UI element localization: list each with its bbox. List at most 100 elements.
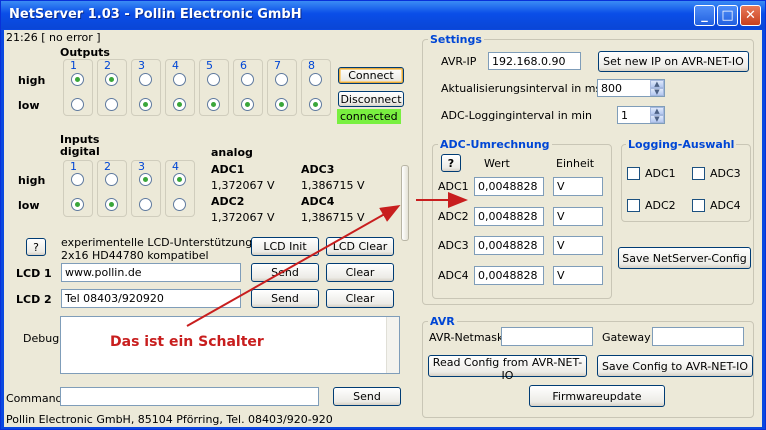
command-send-button[interactable]: Send [333,387,401,406]
status-line: 21:26 [ no error ] [6,31,101,44]
adc-row-label: ADC1 [438,180,469,193]
adc4-label: ADC4 [301,195,335,208]
client-area: 21:26 [ no error ] Outputs high low 1 2 3 4… [4,30,762,427]
log-adc3-checkbox[interactable] [692,167,705,180]
lcd-clear-button[interactable]: LCD Clear [326,237,394,256]
output-8-low-radio[interactable] [309,98,322,111]
lcd2-label: LCD 2 [16,293,52,306]
firmware-update-button[interactable]: Firmwareupdate [529,385,665,407]
netmask-input[interactable] [501,327,593,346]
debug-label: Debug [23,332,60,345]
input-3-low-radio [139,198,152,211]
update-interval-value: 800 [601,82,622,95]
adc3-value: 1,386715 V [301,179,365,192]
output-8-high-radio[interactable] [309,73,322,86]
maximize-icon[interactable]: □ [717,5,738,26]
avr-ip-label: AVR-IP [441,55,477,68]
output-number: 7 [274,59,281,72]
adc-unit-input[interactable]: V [553,177,603,196]
lcd1-send-button[interactable]: Send [251,263,319,282]
logging-interval-label: ADC-Logginginterval in min [441,109,592,122]
avr-ip-input[interactable]: 192.168.0.90 [488,52,581,70]
save-config-button[interactable]: Save Config to AVR-NET-IO [597,355,753,377]
adc-help-button[interactable]: ? [441,154,461,172]
adc-row-label: ADC4 [438,269,469,282]
output-7-high-radio[interactable] [275,73,288,86]
update-interval-label: Aktualisierungsinterval in ms [441,82,602,95]
log-adc2-label: ADC2 [645,199,676,212]
input-number: 1 [70,160,77,173]
log-adc1-label: ADC1 [645,167,676,180]
outputs-low-label: low [18,99,40,112]
debug-scrollbar[interactable] [386,317,399,373]
footer-text: Pollin Electronic GmbH, 85104 Pförring, … [6,413,333,426]
lcd1-clear-button[interactable]: Clear [326,263,394,282]
output-1-high-radio[interactable] [71,73,84,86]
input-number: 2 [104,160,111,173]
title-bar[interactable]: NetServer 1.03 - Pollin Electronic GmbH … [1,1,765,29]
log-adc4-label: ADC4 [710,199,741,212]
lcd2-input[interactable]: Tel 08403/920920 [61,289,241,308]
adc1-value: 1,372067 V [211,179,275,192]
output-5-high-radio[interactable] [207,73,220,86]
output-7-low-radio[interactable] [275,98,288,111]
adc-row-label: ADC2 [438,210,469,223]
adc-factor-input[interactable]: 0,0048828 [474,177,544,196]
update-interval-input[interactable]: 800 ▲ ▼ [597,79,665,97]
adc-factor-input[interactable]: 0,0048828 [474,207,544,226]
adc-factor-input[interactable]: 0,0048828 [474,236,544,255]
logging-interval-input[interactable]: 1 ▲ ▼ [617,106,665,124]
output-number: 2 [104,59,111,72]
command-input[interactable] [60,387,319,406]
log-adc4-checkbox[interactable] [692,199,705,212]
lcd2-send-button[interactable]: Send [251,289,319,308]
read-config-button[interactable]: Read Config from AVR-NET-IO [428,355,587,382]
log-adc1-checkbox[interactable] [627,167,640,180]
output-4-low-radio[interactable] [173,98,186,111]
adc-unit-input[interactable]: V [553,266,603,285]
output-2-high-radio[interactable] [105,73,118,86]
lcd1-label: LCD 1 [16,267,52,280]
lcd-init-button[interactable]: LCD Init [251,237,319,256]
logging-interval-spinner[interactable]: ▲ ▼ [650,107,664,123]
output-1-low-radio[interactable] [71,98,84,111]
output-number: 5 [206,59,213,72]
adc2-value: 1,372067 V [211,211,275,224]
adc-unit-input[interactable]: V [553,236,603,255]
disconnect-button[interactable]: Disconnect [338,91,404,107]
avr-title: AVR [428,315,457,328]
connect-button[interactable]: Connect [338,67,404,84]
output-3-low-radio[interactable] [139,98,152,111]
output-3-high-radio[interactable] [139,73,152,86]
adc-row-label: ADC3 [438,239,469,252]
lcd-help-button[interactable]: ? [26,238,46,256]
adc-conversion-title: ADC-Umrechnung [438,138,552,151]
output-4-high-radio[interactable] [173,73,186,86]
close-icon[interactable]: ✕ [740,5,761,26]
adc-factor-input[interactable]: 0,0048828 [474,266,544,285]
netmask-label: AVR-Netmask [429,331,504,344]
input-4-low-radio [173,198,186,211]
input-3-high-radio [139,173,152,186]
adc3-label: ADC3 [301,163,335,176]
lcd2-clear-button[interactable]: Clear [326,289,394,308]
lcd-info-line1: experimentelle LCD-Unterstützung [61,236,253,249]
save-netserver-config-button[interactable]: Save NetServer-Config [618,247,751,269]
app-window: NetServer 1.03 - Pollin Electronic GmbH … [0,0,766,430]
output-5-low-radio[interactable] [207,98,220,111]
output-6-low-radio[interactable] [241,98,254,111]
switch-control[interactable] [401,165,409,241]
inputs-digital-label: digital [60,145,100,158]
annotation-text: Das ist ein Schalter [110,334,264,350]
log-adc2-checkbox[interactable] [627,199,640,212]
analog-label: analog [211,146,253,159]
output-6-high-radio[interactable] [241,73,254,86]
output-2-low-radio[interactable] [105,98,118,111]
update-interval-spinner[interactable]: ▲ ▼ [650,80,664,96]
settings-title: Settings [428,33,484,46]
gateway-input[interactable] [652,327,744,346]
lcd1-input[interactable]: www.pollin.de [61,263,241,282]
adc-unit-input[interactable]: V [553,207,603,226]
minimize-icon[interactable]: _ [694,5,715,26]
set-ip-button[interactable]: Set new IP on AVR-NET-IO [598,51,749,72]
